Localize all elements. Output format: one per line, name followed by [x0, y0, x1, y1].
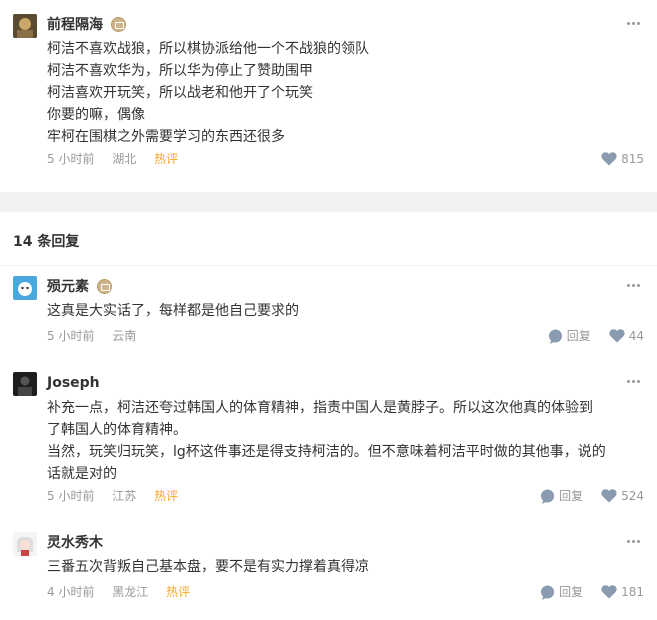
comment-line: 柯洁不喜欢战狼，所以棋协派给他一个不战狼的领队 — [47, 41, 369, 57]
heart-icon — [601, 152, 617, 166]
vip-badge-icon — [111, 17, 126, 32]
hot-tag: 热评 — [166, 585, 191, 599]
reply-label: 回复 — [566, 329, 591, 343]
timestamp: 5 小时前 — [47, 489, 95, 503]
reply-actions: 回复 181 — [522, 584, 644, 600]
reply-line: 这真是大实话了，每样都是他自己要求的 — [47, 303, 299, 319]
like-button[interactable]: 181 — [601, 584, 644, 600]
timestamp: 5 小时前 — [47, 329, 95, 343]
reply-actions: 回复 524 — [522, 488, 644, 504]
comment-meta: 5 小时前 湖北 热评 — [47, 151, 192, 167]
like-button[interactable]: 815 — [601, 151, 644, 167]
hot-tag: 热评 — [154, 152, 179, 166]
like-count: 44 — [628, 329, 644, 343]
reply-actions: 回复 44 — [530, 328, 644, 344]
reply-line: 三番五次背叛自己基本盘，要不是有实力撑着真得凉 — [47, 559, 369, 575]
location: 江苏 — [112, 489, 137, 503]
reply-label: 回复 — [559, 489, 584, 503]
comment-bubble-icon — [548, 329, 562, 344]
avatar[interactable] — [13, 14, 37, 38]
comment-text: 柯洁不喜欢战狼，所以棋协派给他一个不战狼的领队 柯洁不喜欢华为，所以华为停止了赞… — [47, 38, 647, 148]
more-options-icon[interactable] — [627, 22, 640, 26]
timestamp: 4 小时前 — [47, 585, 95, 599]
reply-meta: 5 小时前 云南 — [47, 328, 150, 344]
avatar[interactable] — [13, 372, 37, 396]
like-count: 524 — [621, 489, 644, 503]
like-button[interactable]: 524 — [601, 488, 644, 504]
reply-meta: 5 小时前 江苏 热评 — [47, 488, 192, 504]
author-name[interactable]: 殒元素 — [47, 278, 89, 296]
comment-line: 柯洁不喜欢华为，所以华为停止了赞助围甲 — [47, 63, 313, 79]
vip-badge-icon — [97, 279, 112, 294]
reply-button[interactable]: 回复 — [540, 584, 583, 600]
like-count: 181 — [621, 585, 644, 599]
comment-actions: 815 — [583, 151, 644, 167]
reply-button[interactable]: 回复 — [548, 328, 591, 344]
like-button[interactable]: 44 — [609, 328, 644, 344]
divider — [0, 265, 657, 266]
reply-text: 这真是大实话了，每样都是他自己要求的 — [47, 300, 647, 322]
comment-line: 牢柯在围棋之外需要学习的东西还很多 — [47, 129, 285, 145]
replies-header: 14 条回复 — [13, 234, 80, 250]
location: 黑龙江 — [112, 585, 149, 599]
heart-icon — [609, 329, 625, 343]
section-divider — [0, 192, 657, 212]
comment-bubble-icon — [541, 585, 555, 600]
reply-text: 三番五次背叛自己基本盘，要不是有实力撑着真得凉 — [47, 556, 647, 578]
heart-icon — [601, 585, 617, 599]
avatar[interactable] — [13, 532, 37, 556]
author-name[interactable]: 前程隔海 — [47, 16, 103, 34]
reply-line: 补充一点，柯洁还夸过韩国人的体育精神，指责中国人是黄脖子。所以这次他真的体验到 — [47, 400, 593, 416]
heart-icon — [601, 489, 617, 503]
author-name[interactable]: 灵水秀木 — [47, 534, 103, 552]
more-options-icon[interactable] — [627, 540, 640, 544]
reply-line: 了韩国人的体育精神。 — [47, 422, 187, 438]
location: 云南 — [112, 329, 137, 343]
author-name[interactable]: Joseph — [47, 374, 100, 392]
more-options-icon[interactable] — [627, 284, 640, 288]
avatar[interactable] — [13, 276, 37, 300]
like-count: 815 — [621, 152, 644, 166]
reply-meta: 4 小时前 黑龙江 热评 — [47, 584, 204, 600]
comment-line: 柯洁喜欢开玩笑，所以战老和他开了个玩笑 — [47, 85, 313, 101]
location: 湖北 — [112, 152, 137, 166]
timestamp: 5 小时前 — [47, 152, 95, 166]
reply-label: 回复 — [559, 585, 584, 599]
comment-bubble-icon — [541, 489, 555, 504]
hot-tag: 热评 — [154, 489, 179, 503]
reply-text: 补充一点，柯洁还夸过韩国人的体育精神，指责中国人是黄脖子。所以这次他真的体验到 … — [47, 397, 647, 485]
reply-button[interactable]: 回复 — [540, 488, 583, 504]
more-options-icon[interactable] — [627, 380, 640, 384]
reply-line: 当然，玩笑归玩笑，lg杯这件事还是得支持柯洁的。但不意味着柯洁平时做的其他事，说… — [47, 444, 606, 460]
reply-line: 话就是对的 — [47, 466, 117, 482]
comment-line: 你要的嘛，偶像 — [47, 107, 145, 123]
